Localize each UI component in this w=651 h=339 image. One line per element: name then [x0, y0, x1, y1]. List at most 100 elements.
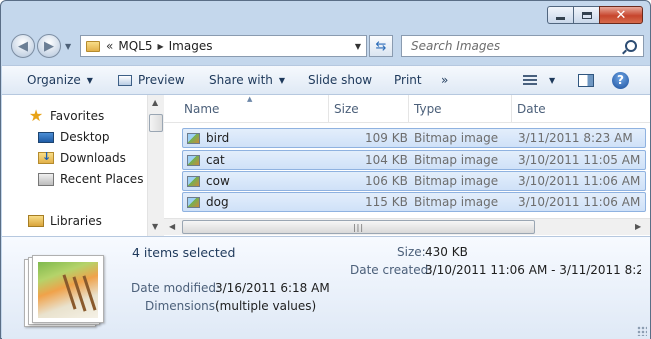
star-icon: ★ — [28, 106, 44, 125]
share-with-button[interactable]: Share with ▼ — [209, 66, 285, 94]
close-icon: ✕ — [615, 7, 627, 23]
selection-thumbnail — [24, 255, 110, 335]
file-row-cat[interactable]: cat 104 KB Bitmap image 3/10/2011 11:05 … — [182, 150, 646, 170]
sidebar-item-libraries[interactable]: Libraries — [28, 212, 102, 230]
size-label: Size: — [397, 245, 426, 259]
scroll-right-icon[interactable]: ▶ — [635, 222, 641, 231]
sidebar-item-label: Downloads — [60, 151, 126, 165]
close-button[interactable]: ✕ — [599, 6, 643, 24]
column-size[interactable]: Size — [329, 95, 409, 122]
libraries-icon — [28, 215, 44, 227]
scroll-down-icon[interactable]: ▼ — [152, 222, 158, 231]
back-button[interactable]: ◀ — [11, 34, 35, 58]
command-bar: Organize ▼ Preview Share with ▼ Slide show… — [2, 65, 650, 95]
downloads-folder-icon — [38, 150, 54, 164]
scrollbar-thumb[interactable] — [149, 114, 163, 132]
date-modified-value: 3/16/2011 6:18 AM — [215, 281, 330, 295]
forward-arrow-icon: ▶ — [44, 38, 54, 54]
breadcrumb-segment[interactable]: MQL5 — [118, 39, 152, 53]
breadcrumb-overflow[interactable]: « — [106, 39, 113, 53]
sidebar-item-desktop[interactable]: Desktop — [38, 128, 110, 146]
organize-button[interactable]: Organize ▼ — [27, 66, 93, 94]
preview-icon — [118, 74, 132, 86]
file-name-cell: dog — [187, 193, 229, 211]
scrollbar-thumb[interactable]: ||| — [182, 220, 535, 234]
change-view-button[interactable]: ▼ — [523, 66, 555, 94]
size-value: 430 KB — [425, 245, 468, 259]
navigation-pane: ★ Favorites Desktop Downloads Recent Plac… — [2, 95, 147, 236]
slide-show-label: Slide show — [308, 73, 373, 87]
recent-pages-dropdown-icon[interactable]: ▼ — [65, 42, 71, 51]
file-type: Bitmap image — [414, 174, 499, 188]
file-type: Bitmap image — [414, 153, 499, 167]
minimize-button[interactable] — [547, 6, 573, 24]
help-button[interactable]: ? — [612, 66, 629, 94]
dimensions-value: (multiple values) — [215, 299, 317, 313]
column-type[interactable]: Type — [409, 95, 512, 122]
file-row-cow[interactable]: cow 106 KB Bitmap image 3/10/2011 11:06 … — [182, 171, 646, 191]
sidebar-item-label: Desktop — [60, 130, 110, 144]
scrollbar-grip: ||| — [352, 222, 365, 232]
file-name-cell: bird — [187, 129, 229, 147]
column-date[interactable]: Date — [512, 95, 650, 122]
file-date: 3/10/2011 11:05 AM — [518, 153, 641, 167]
maximize-button[interactable] — [573, 6, 599, 24]
column-size-label: Size — [334, 101, 359, 116]
chevron-down-icon: ▼ — [278, 75, 286, 85]
file-row-bird[interactable]: bird 109 KB Bitmap image 3/11/2011 8:23 … — [182, 128, 646, 148]
details-view-icon — [523, 75, 537, 85]
recent-places-icon — [38, 172, 54, 186]
desktop-icon — [38, 131, 54, 143]
sidebar-item-label: Libraries — [50, 214, 102, 228]
refresh-button[interactable]: ⇆ — [369, 35, 393, 57]
file-name: cat — [206, 153, 225, 167]
chevron-down-icon: ▼ — [86, 75, 93, 85]
file-type: Bitmap image — [414, 195, 499, 209]
selection-count: 4 items selected — [132, 245, 236, 260]
slide-show-button[interactable]: Slide show — [308, 66, 372, 94]
thumbnail-card-front — [32, 255, 104, 323]
forward-button[interactable]: ▶ — [37, 34, 61, 58]
preview-button[interactable]: Preview — [118, 66, 185, 94]
file-size: 109 KB — [365, 131, 408, 145]
sidebar-item-label: Recent Places — [60, 172, 144, 186]
address-bar[interactable]: « MQL5 ▶ Images ▼ — [80, 35, 367, 57]
resize-grip-icon[interactable] — [637, 326, 647, 336]
date-created-value: 3/10/2011 11:06 AM - 3/11/2011 8:23 ... — [425, 263, 641, 277]
navigation-pane-scrollbar[interactable]: ▲ ▼ — [147, 95, 164, 236]
bitmap-file-icon — [187, 154, 200, 166]
file-name: dog — [206, 195, 229, 209]
breadcrumb-segment[interactable]: Images — [169, 39, 213, 53]
back-arrow-icon: ◀ — [18, 38, 28, 54]
maximize-icon — [581, 11, 592, 19]
sidebar-item-recent-places[interactable]: Recent Places — [38, 170, 143, 188]
search-icon[interactable] — [625, 40, 637, 52]
folder-icon — [86, 40, 100, 52]
column-date-label: Date — [517, 101, 546, 116]
column-name[interactable]: Name — [179, 95, 329, 122]
sidebar-item-downloads[interactable]: Downloads — [38, 149, 126, 167]
print-button[interactable]: Print — [394, 66, 422, 94]
breadcrumb-chevron-icon[interactable]: ▶ — [157, 42, 163, 51]
file-date: 3/10/2011 11:06 AM — [518, 174, 641, 188]
scroll-up-icon[interactable]: ▲ — [152, 98, 158, 107]
file-row-dog[interactable]: dog 115 KB Bitmap image 3/10/2011 11:06 … — [182, 192, 646, 212]
details-pane: 4 items selected Date modified: 3/16/201… — [2, 236, 650, 339]
preview-pane-button[interactable] — [578, 66, 594, 94]
preview-label: Preview — [138, 73, 185, 87]
scroll-left-icon[interactable]: ◀ — [169, 222, 175, 231]
chevron-down-icon: ▼ — [549, 75, 556, 85]
search-input[interactable] — [409, 38, 613, 54]
horizontal-scrollbar[interactable]: ◀ ||| ▶ — [164, 218, 650, 235]
explorer-window: ✕ ◀ ▶ ▼ « MQL5 ▶ Images ▼ ⇆ Organize ▼ Pr… — [0, 0, 651, 339]
file-date: 3/11/2011 8:23 AM — [518, 131, 633, 145]
more-commands-button[interactable]: » — [441, 66, 448, 94]
address-dropdown-icon[interactable]: ▼ — [355, 42, 361, 51]
content-area: ★ Favorites Desktop Downloads Recent Plac… — [2, 95, 650, 236]
file-size: 106 KB — [365, 174, 408, 188]
file-name-cell: cat — [187, 151, 225, 169]
sidebar-item-favorites[interactable]: ★ Favorites — [28, 107, 104, 125]
help-icon: ? — [612, 71, 629, 89]
share-with-label: Share with — [209, 73, 273, 87]
file-name-cell: cow — [187, 172, 230, 190]
